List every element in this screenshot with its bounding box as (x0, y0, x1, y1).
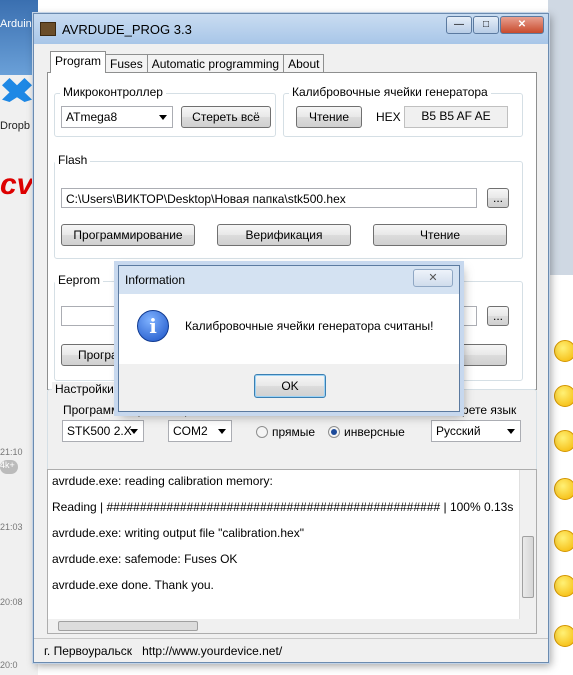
timestamp: 20:08 (0, 597, 23, 607)
ok-button[interactable]: OK (254, 374, 326, 398)
smiley-emoji-icon[interactable] (554, 530, 573, 552)
eeprom-browse-button[interactable]: ... (487, 306, 509, 326)
dialog-message: Калибровочные ячейки генератора считаны! (185, 319, 434, 333)
dialog-body: i Калибровочные ячейки генератора считан… (119, 294, 459, 364)
tab-about[interactable]: About (283, 54, 325, 73)
language-select[interactable]: Русский (431, 420, 521, 442)
dizzy-emoji-icon[interactable] (554, 625, 573, 647)
eeprom-group-label: Eeprom (55, 273, 104, 287)
desktop-wallpaper (548, 0, 573, 275)
mcu-select-value: ATmega8 (66, 110, 118, 124)
calibration-group: Калибровочные ячейки генератора Чтение H… (283, 85, 523, 137)
log-line: avrdude.exe: reading calibration memory: (52, 474, 273, 488)
laughing-emoji-icon[interactable] (554, 430, 573, 452)
port-select[interactable]: COM2 (168, 420, 232, 442)
horizontal-scrollbar[interactable] (48, 619, 520, 633)
window-title: AVRDUDE_PROG 3.3 (62, 21, 192, 37)
flash-group: Flash C:\Users\ВИКТОР\Desktop\Новая папк… (54, 153, 523, 259)
count-badge: 4k+ (0, 460, 18, 474)
log-line: avrdude.exe: safemode: Fuses OK (52, 552, 238, 566)
title-bar[interactable]: AVRDUDE_PROG 3.3 — □ ✕ (34, 14, 548, 44)
log-output[interactable]: avrdude.exe: reading calibration memory:… (47, 469, 537, 634)
desktop-icon-label[interactable]: Dropb (0, 120, 30, 132)
info-icon: i (137, 310, 169, 342)
dropbox-icon[interactable] (2, 78, 32, 102)
tab-strip: Program Fuses Automatic programming Abou… (50, 51, 325, 73)
timestamp: 21:03 (0, 522, 23, 532)
minimize-button[interactable]: — (446, 16, 472, 34)
money-emoji-icon[interactable] (554, 478, 573, 500)
status-bar: г. Первоуральск http://www.yourdevice.ne… (34, 638, 548, 662)
smiley-emoji-icon[interactable] (554, 340, 573, 362)
programmer-select[interactable]: STK500 2.X (62, 420, 144, 442)
erase-all-button[interactable]: Стереть всё (181, 106, 271, 128)
language-select-value: Русский (436, 424, 481, 438)
flash-group-label: Flash (55, 153, 91, 167)
scroll-thumb[interactable] (522, 536, 534, 598)
dialog-close-button[interactable]: ✕ (413, 269, 453, 287)
close-button[interactable]: ✕ (500, 16, 544, 34)
chevron-down-icon (159, 115, 167, 120)
flash-read-button[interactable]: Чтение (373, 224, 507, 246)
smiley-emoji-icon[interactable] (554, 575, 573, 597)
fuses-direct-label: прямые (272, 425, 316, 439)
chevron-down-icon (507, 429, 515, 434)
mcu-select[interactable]: ATmega8 (61, 106, 173, 128)
maximize-button[interactable]: □ (473, 16, 499, 34)
smiley-emoji-icon[interactable] (554, 385, 573, 407)
mcu-group-label: Микроконтроллер (60, 85, 166, 99)
settings-group-label: Настройки (52, 382, 117, 396)
tab-fuses[interactable]: Fuses (105, 54, 148, 73)
flash-verify-button[interactable]: Верификация (217, 224, 351, 246)
mcu-group: Микроконтроллер ATmega8 Стереть всё (54, 85, 276, 137)
flash-program-button[interactable]: Программирование (61, 224, 195, 246)
app-icon (40, 22, 56, 36)
desktop-icon-label[interactable]: Arduin (0, 18, 32, 30)
tab-program[interactable]: Program (50, 51, 107, 73)
timestamp: 21:10 (0, 447, 23, 457)
status-city: г. Первоуральск (44, 644, 133, 658)
flash-browse-button[interactable]: ... (487, 188, 509, 208)
dialog-title-bar[interactable]: Information (119, 266, 459, 294)
calibration-read-button[interactable]: Чтение (296, 106, 362, 128)
tab-automatic-programming[interactable]: Automatic programming (146, 54, 285, 73)
port-select-value: COM2 (173, 424, 208, 438)
calibration-value: B5 B5 AF AE (404, 106, 508, 128)
log-line: avrdude.exe done. Thank you. (52, 578, 214, 592)
dialog-title: Information (125, 273, 186, 287)
fuses-inverse-label: инверсные (344, 425, 405, 439)
status-url[interactable]: http://www.yourdevice.net/ (142, 644, 282, 658)
desktop-background-right (548, 0, 573, 675)
flash-file-path[interactable]: C:\Users\ВИКТОР\Desktop\Новая папка\stk5… (61, 188, 477, 208)
programmer-select-value: STK500 2.X (67, 424, 132, 438)
chevron-down-icon (218, 429, 226, 434)
log-line: Reading | ##############################… (52, 500, 514, 514)
scroll-thumb[interactable] (58, 621, 198, 631)
chevron-down-icon (130, 429, 138, 434)
timestamp: 20:0 (0, 660, 18, 670)
log-line: avrdude.exe: writing output file "calibr… (52, 526, 304, 540)
fuses-direct-radio[interactable] (256, 426, 268, 438)
calibration-group-label: Калибровочные ячейки генератора (289, 85, 491, 99)
vertical-scrollbar[interactable] (519, 470, 536, 633)
hex-label: HEX (376, 110, 401, 124)
fuses-inverse-radio[interactable] (328, 426, 340, 438)
information-dialog: Information ✕ i Калибровочные ячейки ген… (118, 265, 460, 412)
